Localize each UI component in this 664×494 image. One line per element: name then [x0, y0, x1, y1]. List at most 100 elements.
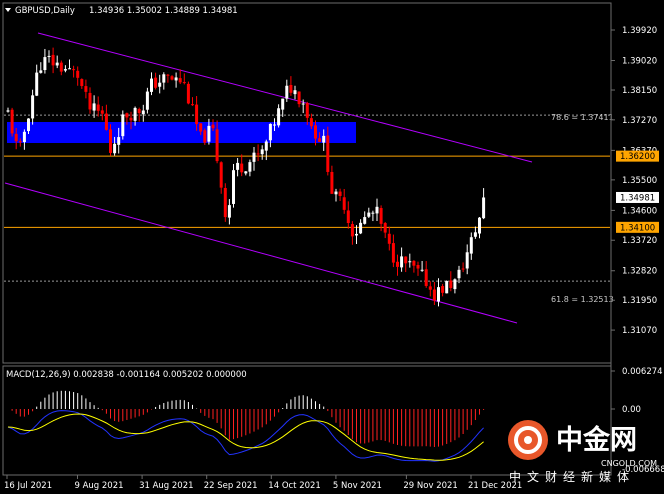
date-axis-label: 29 Nov 2021 — [403, 481, 457, 491]
price-axis-label: 1.39920 — [622, 26, 657, 36]
candle-body — [396, 261, 399, 267]
candle-body — [141, 110, 145, 115]
level-tag-1: 1.36200 — [616, 150, 659, 162]
price-axis-label: 1.38150 — [622, 86, 657, 96]
candle-body — [305, 103, 309, 118]
date-axis-label: 16 Jul 2021 — [4, 481, 52, 491]
date-axis-label: 9 Aug 2021 — [74, 481, 123, 491]
candle-body — [252, 152, 256, 162]
fib-61-8-label: 61.8 = 1.32513 — [551, 295, 614, 304]
candle-body — [322, 135, 326, 143]
level-tag-1-text: 1.36200 — [620, 152, 655, 162]
candle-body — [162, 74, 166, 83]
candle-body — [387, 233, 391, 244]
candle-body — [412, 260, 416, 266]
candle-body — [453, 279, 457, 290]
symbol-timeframe: GBPUSD,Daily — [15, 6, 75, 16]
candle-body — [432, 289, 436, 301]
candle-body — [51, 54, 55, 66]
macd-label: MACD(12,26,9) 0.002838 -0.001164 0.00520… — [6, 370, 247, 380]
logo-dot-icon — [524, 436, 532, 444]
candle-body — [223, 188, 227, 218]
candle-body — [211, 124, 215, 129]
candle-body — [174, 77, 178, 81]
candle-body — [469, 237, 473, 254]
candle-body — [109, 129, 112, 153]
candle-body — [437, 287, 440, 302]
candle-body — [416, 265, 420, 269]
candle-body — [129, 117, 133, 121]
candle-body — [199, 123, 203, 132]
candle-body — [330, 171, 334, 194]
candle-body — [117, 137, 121, 145]
current-price-text: 1.34981 — [620, 193, 655, 203]
candle-body — [473, 232, 477, 237]
candle-body — [236, 162, 240, 170]
candle-body — [219, 162, 223, 188]
price-axis-label: 1.34600 — [622, 206, 657, 216]
candle-body — [314, 125, 317, 139]
candle-body — [457, 269, 461, 279]
candle-body — [318, 138, 322, 142]
macd-axis-mid: 0.00 — [622, 405, 641, 415]
candle-body — [191, 104, 194, 106]
candle-body — [166, 74, 170, 76]
watermark-slogan: 中文财经新媒体 — [509, 469, 635, 484]
candle-body — [186, 83, 190, 104]
candle-body — [367, 212, 371, 217]
candle-body — [232, 170, 235, 204]
candle-body — [428, 286, 432, 290]
candle-body — [285, 85, 289, 99]
candle-body — [203, 130, 207, 143]
candle-body — [297, 91, 301, 105]
candle-body — [449, 280, 453, 289]
candle-body — [121, 114, 125, 137]
fib-78-6-label: 78.6 = 1.37411 — [551, 113, 614, 122]
candle-body — [260, 149, 264, 155]
candle-body — [31, 95, 35, 119]
candle-body — [137, 109, 141, 114]
candle-body — [6, 110, 10, 112]
candle-body — [55, 62, 59, 66]
macd-axis-top: 0.006274 — [622, 367, 663, 377]
candle-body — [375, 206, 379, 214]
candle-body — [76, 70, 80, 78]
candle-body — [355, 233, 358, 236]
candle-body — [80, 79, 84, 87]
candle-body — [256, 153, 260, 155]
candle-body — [100, 110, 104, 114]
candle-body — [309, 118, 313, 127]
candle-body — [482, 197, 486, 219]
candle-body — [289, 85, 293, 93]
candle-body — [268, 123, 272, 141]
candle-body — [465, 252, 469, 269]
candle-body — [104, 113, 108, 130]
date-axis-label: 22 Sep 2021 — [204, 481, 258, 491]
candle-body — [43, 57, 47, 71]
candle-body — [227, 205, 231, 218]
candle-body — [264, 141, 268, 151]
level-tag-2: 1.34100 — [616, 221, 659, 233]
candle-body — [383, 223, 387, 233]
candle-body — [178, 78, 182, 83]
candle-body — [170, 76, 174, 80]
candle-body — [461, 268, 465, 270]
candle-body — [72, 69, 76, 71]
chart-canvas[interactable]: 78.6 = 1.37411 61.8 = 1.32513 GBPUSD,Dai… — [0, 0, 664, 494]
candle-body — [273, 124, 276, 126]
candle-body — [158, 82, 162, 87]
candle-body — [113, 143, 117, 154]
ohlc-values: 1.34936 1.35002 1.34889 1.34981 — [89, 6, 238, 16]
candle-body — [92, 103, 96, 111]
candle-body — [441, 286, 445, 293]
date-axis-label: 31 Aug 2021 — [139, 481, 193, 491]
candle-body — [35, 72, 39, 96]
date-axis-label: 5 Nov 2021 — [333, 481, 382, 491]
date-axis-label: 14 Oct 2021 — [268, 481, 321, 491]
candle-body — [371, 212, 375, 214]
candle-body — [326, 135, 330, 172]
candle-body — [424, 269, 428, 286]
candle-body — [150, 78, 153, 92]
candle-body — [338, 191, 342, 196]
candle-body — [281, 98, 285, 110]
